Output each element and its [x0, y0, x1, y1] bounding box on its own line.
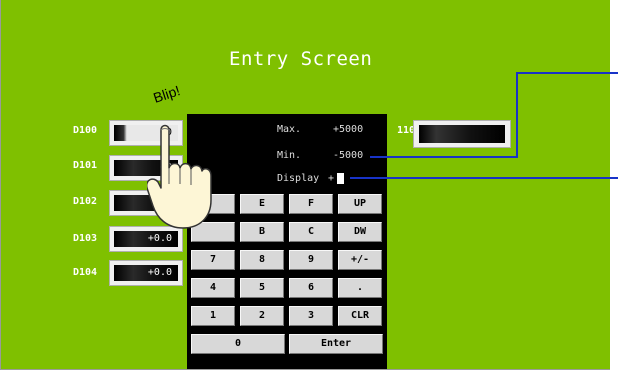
blip-text: Blip! — [151, 82, 183, 106]
callout-line-display — [350, 177, 618, 179]
key-0[interactable]: 0 — [191, 334, 285, 354]
key-3[interactable]: 3 — [289, 306, 333, 326]
row-label-d100: D100 — [73, 125, 98, 136]
key-e[interactable]: E — [240, 194, 284, 214]
key-decimal[interactable]: . — [338, 278, 382, 298]
stage: Entry Screen D100 +0 D101 +0 D102 D103 +… — [0, 0, 618, 374]
text-cursor — [337, 173, 344, 184]
min-value: -5000 — [333, 150, 364, 161]
key-clear[interactable]: CLR — [338, 306, 382, 326]
row-label-d104: D104 — [73, 267, 98, 278]
key-up[interactable]: UP — [338, 194, 382, 214]
key-c[interactable]: C — [289, 222, 333, 242]
key-enter[interactable]: Enter — [289, 334, 383, 354]
hmi-screen: Entry Screen D100 +0 D101 +0 D102 D103 +… — [0, 0, 610, 370]
callout-line-min-top — [516, 72, 618, 74]
field-value: +0.0 — [147, 267, 172, 278]
key-4[interactable]: 4 — [191, 278, 235, 298]
key-9[interactable]: 9 — [289, 250, 333, 270]
pointing-hand-icon — [147, 124, 212, 229]
key-1[interactable]: 1 — [191, 306, 235, 326]
key-2[interactable]: 2 — [240, 306, 284, 326]
field-value: +0.0 — [147, 233, 172, 244]
key-b[interactable]: B — [240, 222, 284, 242]
display-label: Display — [277, 173, 320, 184]
row-label-d103: D103 — [73, 233, 98, 244]
row-label-d102: D102 — [73, 196, 98, 207]
min-label: Min. — [277, 150, 302, 161]
key-7[interactable]: 7 — [191, 250, 235, 270]
key-6[interactable]: 6 — [289, 278, 333, 298]
row-label-d101: D101 — [73, 160, 98, 171]
key-plus-minus[interactable]: +/- — [338, 250, 382, 270]
field-d104[interactable]: +0.0 — [109, 260, 183, 286]
max-label: Max. — [277, 124, 302, 135]
screen-title: Entry Screen — [229, 48, 373, 70]
key-f[interactable]: F — [289, 194, 333, 214]
key-5[interactable]: 5 — [240, 278, 284, 298]
max-value: +5000 — [333, 124, 364, 135]
key-8[interactable]: 8 — [240, 250, 284, 270]
callout-line-min — [370, 156, 518, 158]
field-inner — [419, 125, 505, 143]
key-down[interactable]: DW — [338, 222, 382, 242]
callout-line-min-vertical — [516, 72, 518, 158]
field-right[interactable] — [413, 120, 511, 148]
display-value: + — [328, 173, 335, 184]
